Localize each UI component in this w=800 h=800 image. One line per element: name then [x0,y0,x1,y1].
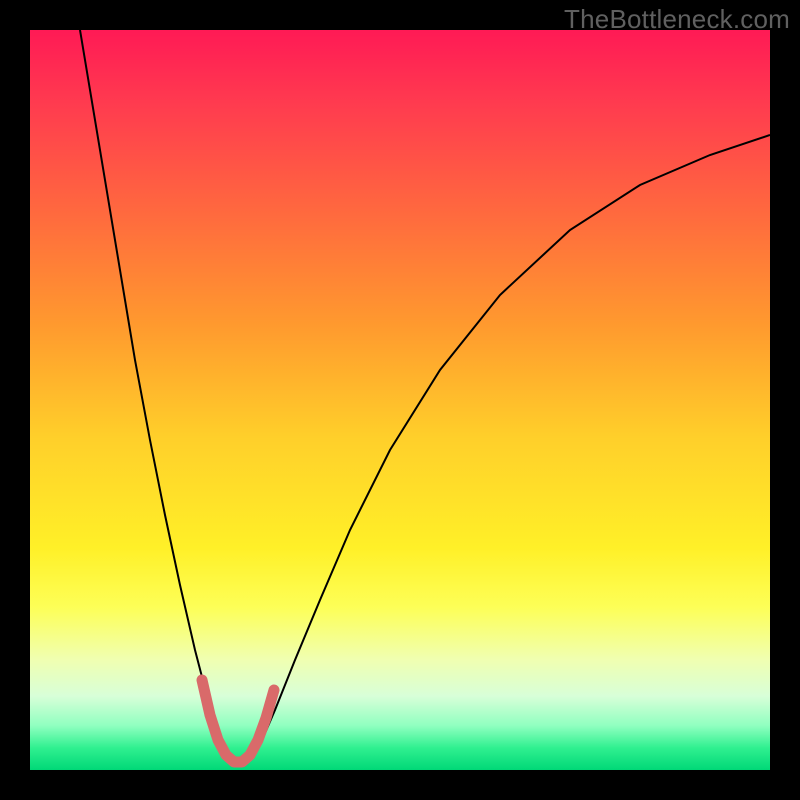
chart-frame [30,30,770,770]
watermark-text: TheBottleneck.com [564,4,790,35]
bottleneck-curve [80,30,770,765]
chart-svg [30,30,770,770]
valley-highlight [202,680,274,762]
